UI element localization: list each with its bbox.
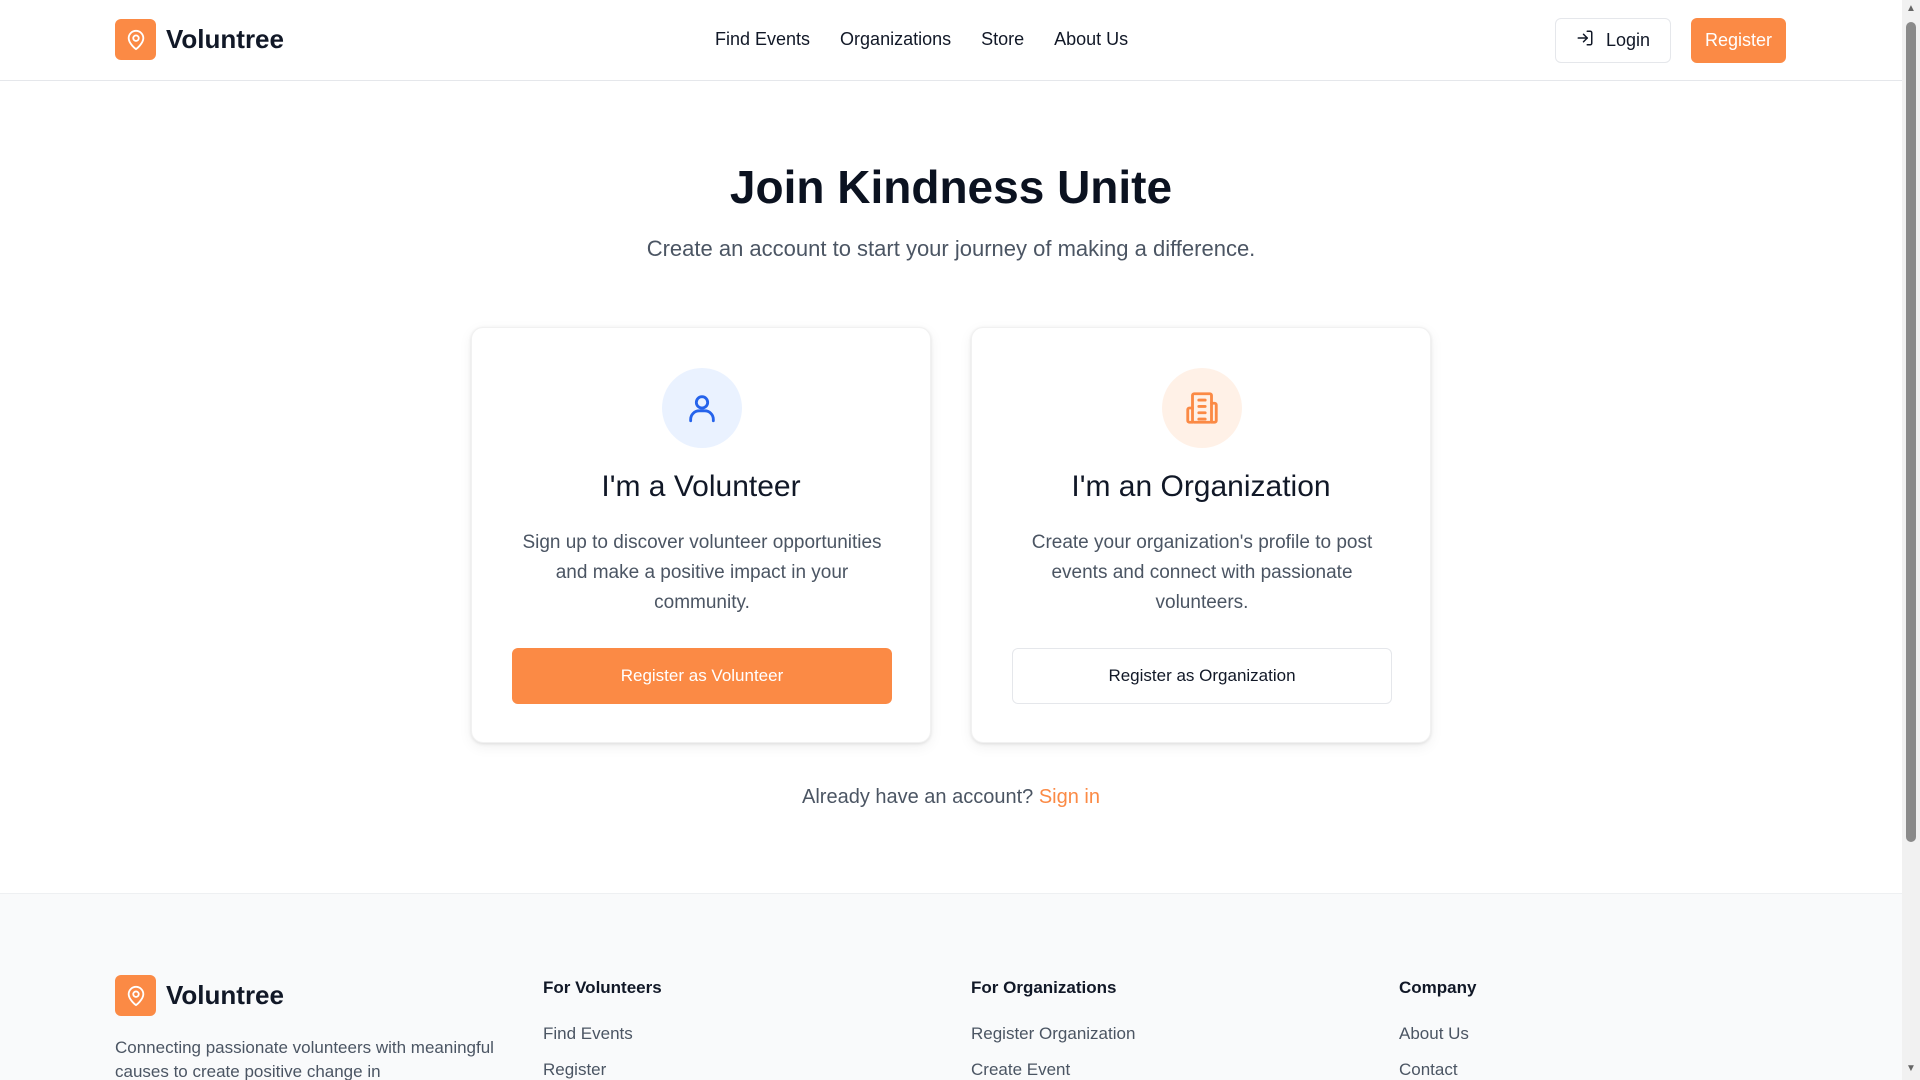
footer-link-register-organization[interactable]: Register Organization [971, 1024, 1135, 1044]
signin-link[interactable]: Sign in [1039, 786, 1100, 808]
site-header: Voluntree Find Events Organizations Stor… [0, 0, 1902, 81]
signin-prompt-text: Already have an account? [802, 786, 1034, 808]
footer-link-contact[interactable]: Contact [1399, 1060, 1476, 1080]
nav-store[interactable]: Store [981, 29, 1024, 50]
volunteer-card-title: I'm a Volunteer [601, 470, 801, 503]
signin-prompt: Already have an account? Sign in [0, 786, 1902, 809]
footer-brand-logo[interactable]: Voluntree [115, 975, 284, 1016]
page-title: Join Kindness Unite [729, 161, 1173, 213]
nav-about-us[interactable]: About Us [1054, 29, 1128, 50]
brand-name: Voluntree [166, 24, 284, 54]
map-pin-icon [115, 975, 156, 1016]
footer-col-heading: For Organizations [971, 978, 1117, 997]
footer-link-register[interactable]: Register [543, 1060, 662, 1080]
register-volunteer-button[interactable]: Register as Volunteer [512, 648, 892, 704]
map-pin-icon [115, 19, 156, 60]
footer-col-heading: For Volunteers [543, 978, 662, 997]
organization-card-description: Create your organization's profile to po… [1031, 532, 1373, 613]
organization-card: I'm an Organization Create your organiza… [971, 327, 1431, 743]
volunteer-card: I'm a Volunteer Sign up to discover volu… [471, 327, 931, 743]
nav-find-events[interactable]: Find Events [715, 29, 810, 50]
scroll-up-icon[interactable]: ▲ [1906, 4, 1916, 14]
nav-organizations[interactable]: Organizations [840, 29, 951, 50]
user-icon [662, 368, 742, 448]
login-icon [1576, 29, 1594, 52]
footer-brand-name: Voluntree [166, 980, 284, 1010]
brand-logo[interactable]: Voluntree [115, 19, 284, 60]
footer-col-volunteers: For Volunteers Find Events Register [543, 978, 662, 1080]
footer-link-find-events[interactable]: Find Events [543, 1024, 662, 1044]
scrollbar-thumb[interactable] [1906, 22, 1916, 842]
login-button[interactable]: Login [1555, 18, 1671, 63]
volunteer-card-description: Sign up to discover volunteer opportunit… [522, 532, 882, 613]
footer-link-create-event[interactable]: Create Event [971, 1060, 1135, 1080]
footer-col-organizations: For Organizations Register Organization … [971, 978, 1135, 1080]
page-scrollbar[interactable]: ▲ ▼ [1902, 0, 1920, 1080]
page-subtitle: Create an account to start your journey … [646, 236, 1256, 261]
login-label: Login [1605, 30, 1651, 50]
footer-col-company: Company About Us Contact [1399, 978, 1476, 1080]
register-organization-button[interactable]: Register as Organization [1012, 648, 1392, 704]
footer-link-about-us[interactable]: About Us [1399, 1024, 1476, 1044]
footer-col-heading: Company [1399, 978, 1477, 997]
site-footer: Voluntree Connecting passionate voluntee… [0, 893, 1902, 1080]
building-icon [1162, 368, 1242, 448]
organization-card-title: I'm an Organization [1071, 470, 1331, 503]
footer-tagline: Connecting passionate volunteers with me… [115, 1038, 494, 1080]
register-button[interactable]: Register [1691, 18, 1786, 63]
main-nav: Find Events Organizations Store About Us [715, 29, 1128, 50]
scroll-down-icon[interactable]: ▼ [1906, 1064, 1916, 1074]
